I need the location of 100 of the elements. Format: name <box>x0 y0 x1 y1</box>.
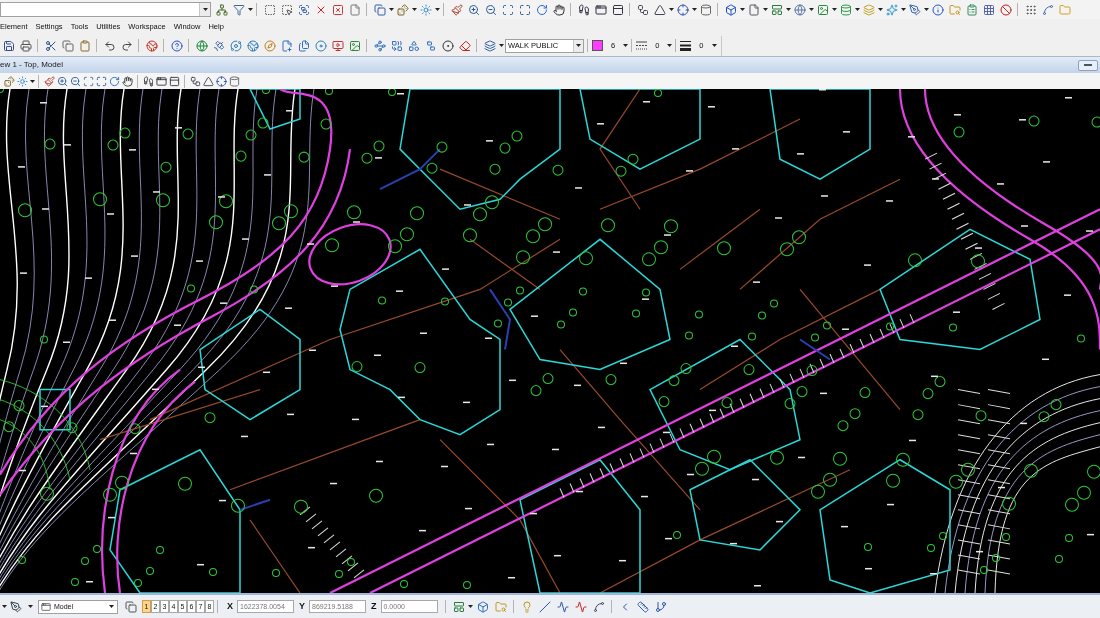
caret-icon[interactable] <box>247 8 253 11</box>
dashed-square-icon[interactable] <box>263 3 276 16</box>
save-icon[interactable] <box>2 39 15 52</box>
footprints-icon[interactable] <box>577 3 590 16</box>
caret-icon[interactable] <box>576 44 581 47</box>
zoom-window-icon[interactable] <box>83 75 94 87</box>
fit-view-icon[interactable] <box>518 3 531 16</box>
pen-icon[interactable] <box>9 600 22 613</box>
redo-icon[interactable] <box>120 39 133 52</box>
globe-icon[interactable] <box>195 39 208 52</box>
dice-icon[interactable] <box>396 3 409 16</box>
layers-icon[interactable] <box>483 39 496 52</box>
cube-icon[interactable] <box>724 3 737 16</box>
orbit-icon[interactable] <box>229 39 242 52</box>
caret-icon[interactable] <box>202 8 208 11</box>
caret-icon[interactable] <box>762 8 768 11</box>
caret-icon[interactable] <box>668 8 674 11</box>
caret-icon[interactable] <box>498 44 504 47</box>
shapes-icon[interactable] <box>407 39 420 52</box>
window-icon[interactable] <box>156 75 167 87</box>
globe-icon[interactable] <box>793 3 806 16</box>
clipboard-icon[interactable] <box>965 3 978 16</box>
caret-icon[interactable] <box>468 605 474 608</box>
caret-icon[interactable] <box>900 8 906 11</box>
branch-icon[interactable] <box>654 600 667 613</box>
footprints-icon[interactable] <box>143 75 154 87</box>
dot-grid-icon[interactable] <box>1024 3 1037 16</box>
layout-icon[interactable] <box>452 600 465 613</box>
layout-icon[interactable] <box>770 3 783 16</box>
zoom-out-icon[interactable] <box>484 3 497 16</box>
triangle-icon[interactable] <box>653 3 666 16</box>
minimize-button[interactable] <box>1078 59 1098 71</box>
page-icon[interactable] <box>747 3 760 16</box>
caret-icon[interactable] <box>785 8 791 11</box>
printer-icon[interactable] <box>19 39 32 52</box>
brush-icon[interactable] <box>44 75 55 87</box>
caret-icon[interactable] <box>667 44 673 47</box>
hand-icon[interactable] <box>552 3 565 16</box>
dot-circle-icon[interactable] <box>441 39 454 52</box>
caret-icon[interactable] <box>831 8 837 11</box>
hierarchy-icon[interactable] <box>215 3 228 16</box>
monitor-icon[interactable] <box>331 39 344 52</box>
overlapping-squares-icon[interactable] <box>124 600 137 613</box>
help-icon[interactable] <box>170 39 183 52</box>
caret-icon[interactable] <box>923 8 929 11</box>
cylinder-icon[interactable] <box>699 3 712 16</box>
rotate-icon[interactable] <box>109 75 120 87</box>
dashed-select-icon[interactable] <box>280 3 293 16</box>
caret-icon[interactable] <box>411 8 417 11</box>
zoom-window-icon[interactable] <box>501 3 514 16</box>
curve-icon[interactable] <box>1041 3 1054 16</box>
triangle-icon[interactable] <box>203 75 214 87</box>
fit-view-icon[interactable] <box>96 75 107 87</box>
earth-icon[interactable] <box>145 39 158 52</box>
curve-icon[interactable] <box>592 600 605 613</box>
flowchart-icon[interactable] <box>190 75 201 87</box>
eraser-icon[interactable] <box>458 39 471 52</box>
crosshair-icon[interactable] <box>216 75 227 87</box>
page-icon[interactable] <box>348 3 361 16</box>
ban-icon[interactable] <box>999 3 1012 16</box>
copy-icon[interactable] <box>61 39 74 52</box>
panel-icon[interactable] <box>611 3 624 16</box>
cylinder-icon[interactable] <box>229 75 240 87</box>
caret-icon[interactable] <box>808 8 814 11</box>
zoom-in-icon[interactable] <box>467 3 480 16</box>
flowchart-icon[interactable] <box>636 3 649 16</box>
pen-icon[interactable] <box>908 3 921 16</box>
caret-icon[interactable] <box>27 605 33 608</box>
zigzag-icon[interactable] <box>574 600 587 613</box>
caret-icon[interactable] <box>711 44 717 47</box>
caret-icon[interactable] <box>109 605 114 608</box>
earth-icon[interactable] <box>246 39 259 52</box>
zigzag-icon[interactable] <box>556 600 569 613</box>
rotate-icon[interactable] <box>535 3 548 16</box>
ungroup-icon[interactable] <box>424 39 437 52</box>
caret-icon[interactable] <box>739 8 745 11</box>
undo-icon[interactable] <box>103 39 116 52</box>
caret-icon[interactable] <box>434 8 440 11</box>
cube-icon[interactable] <box>476 600 489 613</box>
caret-icon[interactable] <box>623 44 629 47</box>
caret-icon[interactable] <box>854 8 860 11</box>
caret-icon[interactable] <box>877 8 883 11</box>
waypoints-icon[interactable] <box>373 39 386 52</box>
disc-icon[interactable] <box>314 39 327 52</box>
caret-icon[interactable] <box>29 79 35 83</box>
dice-icon[interactable] <box>4 75 15 87</box>
group-icon[interactable] <box>297 3 310 16</box>
clipboard-icon[interactable] <box>78 39 91 52</box>
ruler-icon[interactable] <box>636 600 649 613</box>
crosshair-icon[interactable] <box>676 3 689 16</box>
funnel-icon[interactable] <box>232 3 245 16</box>
grid-icon[interactable] <box>982 3 995 16</box>
caret-icon[interactable] <box>1 605 7 608</box>
pages-icon[interactable] <box>297 39 310 52</box>
caret-icon[interactable] <box>691 8 697 11</box>
scissors-icon[interactable] <box>44 39 57 52</box>
zoom-in-icon[interactable] <box>57 75 68 87</box>
hand-icon[interactable] <box>122 75 133 87</box>
brush-icon[interactable] <box>450 3 463 16</box>
combine-icon[interactable] <box>390 39 403 52</box>
